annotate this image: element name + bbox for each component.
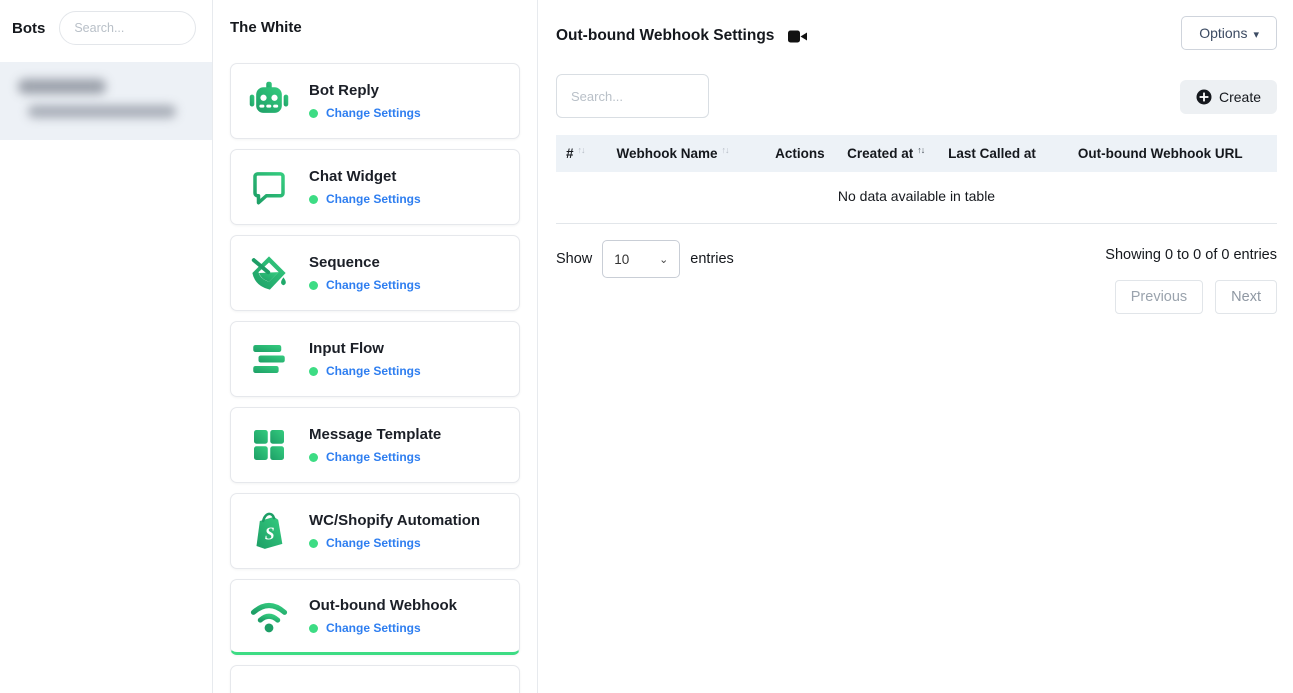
bot-settings-panel: The White Bot Reply xyxy=(213,0,538,693)
create-button[interactable]: Create xyxy=(1180,80,1277,114)
video-camera-icon[interactable] xyxy=(788,29,807,44)
card-label: Sequence xyxy=(309,254,421,271)
col-created-at[interactable]: Created at↑↓ xyxy=(837,135,938,172)
change-settings-link[interactable]: Change Settings xyxy=(326,364,421,378)
table-search-input[interactable] xyxy=(556,74,709,118)
entries-summary: Showing 0 to 0 of 0 entries xyxy=(1105,247,1277,263)
change-settings-link[interactable]: Change Settings xyxy=(326,621,421,635)
show-label: Show xyxy=(556,251,592,267)
bots-search-input[interactable] xyxy=(59,11,196,45)
change-settings-link[interactable]: Change Settings xyxy=(326,278,421,292)
empty-message: No data available in table xyxy=(556,172,1277,224)
card-chat-widget[interactable]: Chat Widget Change Settings xyxy=(230,149,520,225)
card-partial-cutoff[interactable] xyxy=(230,665,520,693)
change-settings-link[interactable]: Change Settings xyxy=(326,536,421,550)
card-label: Chat Widget xyxy=(309,168,421,185)
table-header-row: #↑↓ Webhook Name↑↓ Actions Created at↑↓ … xyxy=(556,135,1277,172)
bot-phone-redacted xyxy=(28,105,176,118)
col-webhook-name[interactable]: Webhook Name↑↓ xyxy=(606,135,765,172)
chat-bubble-icon xyxy=(246,164,292,210)
card-label: Bot Reply xyxy=(309,82,421,99)
status-dot xyxy=(309,109,318,118)
paint-bucket-icon xyxy=(246,250,292,296)
webhooks-table: #↑↓ Webhook Name↑↓ Actions Created at↑↓ … xyxy=(556,135,1277,224)
card-label: Input Flow xyxy=(309,340,421,357)
status-dot xyxy=(309,367,318,376)
plus-circle-icon xyxy=(1196,89,1212,105)
pagination: Previous Next xyxy=(1115,280,1277,314)
col-actions[interactable]: Actions xyxy=(765,135,837,172)
main-header: Out-bound Webhook Settings Options▾ xyxy=(556,16,1277,50)
status-dot xyxy=(309,453,318,462)
status-dot xyxy=(309,624,318,633)
table-toolbar: Create xyxy=(556,74,1277,118)
card-input-flow[interactable]: Input Flow Change Settings xyxy=(230,321,520,397)
change-settings-link[interactable]: Change Settings xyxy=(326,450,421,464)
robot-icon xyxy=(246,78,292,124)
options-button[interactable]: Options▾ xyxy=(1181,16,1277,50)
change-settings-link[interactable]: Change Settings xyxy=(326,106,421,120)
bot-panel-title: The White xyxy=(230,19,520,36)
settings-card-list: Bot Reply Change Settings Chat Widget Ch… xyxy=(230,63,520,693)
svg-text:S: S xyxy=(265,523,275,543)
webhook-settings-panel: Out-bound Webhook Settings Options▾ xyxy=(538,0,1293,693)
wifi-icon xyxy=(246,593,292,639)
sort-icon[interactable]: ↑↓ xyxy=(722,145,729,155)
card-message-template[interactable]: Message Template Change Settings xyxy=(230,407,520,483)
shopify-icon: S xyxy=(246,508,292,554)
status-dot xyxy=(309,195,318,204)
empty-row: No data available in table xyxy=(556,172,1277,224)
previous-button[interactable]: Previous xyxy=(1115,280,1203,314)
next-button[interactable]: Next xyxy=(1215,280,1277,314)
col-index[interactable]: #↑↓ xyxy=(556,135,606,172)
sidebar-title: Bots xyxy=(12,20,45,37)
card-sequence[interactable]: Sequence Change Settings xyxy=(230,235,520,311)
status-dot xyxy=(309,281,318,290)
grid-icon xyxy=(246,422,292,468)
caret-down-icon: ▾ xyxy=(1253,29,1259,41)
bot-name-redacted xyxy=(18,79,106,94)
entries-label: entries xyxy=(690,251,734,267)
card-label: Message Template xyxy=(309,426,441,443)
col-webhook-url[interactable]: Out-bound Webhook URL xyxy=(1068,135,1277,172)
card-out-bound-webhook[interactable]: Out-bound Webhook Change Settings xyxy=(230,579,520,655)
status-dot xyxy=(309,539,318,548)
page-title: Out-bound Webhook Settings xyxy=(556,27,774,45)
change-settings-link[interactable]: Change Settings xyxy=(326,192,421,206)
col-last-called-at[interactable]: Last Called at xyxy=(938,135,1068,172)
sidebar-header: Bots xyxy=(0,0,212,45)
page-size-select[interactable]: 10 ⌄ xyxy=(602,240,680,278)
card-label: WC/Shopify Automation xyxy=(309,512,480,529)
bars-icon xyxy=(246,336,292,382)
card-label: Out-bound Webhook xyxy=(309,597,457,614)
card-bot-reply[interactable]: Bot Reply Change Settings xyxy=(230,63,520,139)
table-footer: Show 10 ⌄ entries Showing 0 to 0 of 0 en… xyxy=(556,240,1277,314)
card-wc-shopify[interactable]: S WC/Shopify Automation Change Settings xyxy=(230,493,520,569)
bots-sidebar: Bots xyxy=(0,0,213,693)
chevron-down-icon: ⌄ xyxy=(659,253,668,266)
app-window: Bots The White xyxy=(0,0,1293,693)
bot-list-item-selected[interactable] xyxy=(0,62,212,140)
sort-icon[interactable]: ↑↓ xyxy=(917,145,924,155)
sort-icon[interactable]: ↑↓ xyxy=(578,145,585,155)
